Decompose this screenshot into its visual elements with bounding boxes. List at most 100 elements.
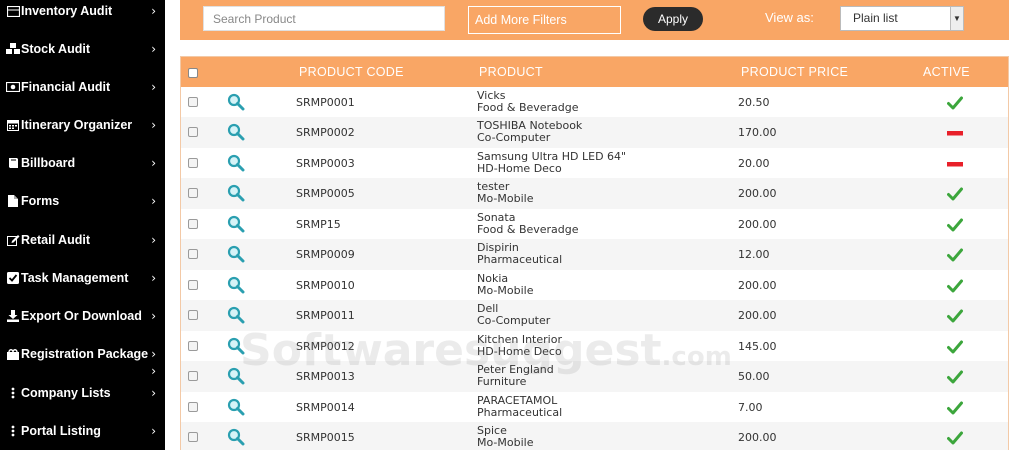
- view-as-label: View as:: [765, 10, 814, 25]
- product-price: 200.00: [738, 187, 777, 201]
- sidebar-item-portal-listing[interactable]: Portal Listing ›: [0, 416, 165, 446]
- chevron-right-icon: ›: [151, 347, 156, 361]
- header-product-code[interactable]: PRODUCT CODE: [299, 65, 404, 79]
- view-details-icon[interactable]: [227, 184, 245, 202]
- product-price: 200.00: [738, 217, 777, 231]
- sidebar-item-stock-audit[interactable]: Stock Audit ›: [0, 34, 165, 64]
- sidebar-item-billboard[interactable]: Billboard ›: [0, 148, 165, 178]
- product-price: 12.00: [738, 248, 770, 262]
- row-checkbox[interactable]: [188, 431, 198, 442]
- view-details-icon[interactable]: [227, 337, 245, 355]
- product-code: SRMP0002: [296, 126, 355, 140]
- row-checkbox[interactable]: [188, 279, 198, 290]
- table-row: SRMP0009 Dispirin Pharmaceutical 12.00: [181, 239, 1008, 270]
- table-header: PRODUCT CODE PRODUCT PRODUCT PRICE ACTIV…: [181, 57, 1008, 87]
- header-product[interactable]: PRODUCT: [479, 65, 543, 79]
- view-details-icon[interactable]: [227, 428, 245, 446]
- row-checkbox[interactable]: [188, 188, 198, 199]
- product-category: Co-Computer: [477, 131, 551, 145]
- sidebar-item-label: Retail Audit: [21, 233, 90, 247]
- sidebar-item-label: Portal Listing: [21, 424, 101, 438]
- sidebar-item-inventory-audit[interactable]: Inventory Audit ›: [0, 0, 165, 26]
- file-icon: [5, 194, 21, 208]
- gutter: [165, 0, 180, 450]
- active-check-icon: [947, 339, 963, 354]
- view-details-icon[interactable]: [227, 306, 245, 324]
- view-as-select[interactable]: Plain list ▼: [840, 6, 964, 31]
- product-code: SRMP0005: [296, 187, 355, 201]
- table-row: SRMP0003 Samsung Ultra HD LED 64" HD-Home …: [181, 148, 1008, 179]
- vertical-dots-icon: [5, 386, 21, 400]
- table-row: SRMP0005 tester Mo-Mobile 200.00: [181, 178, 1008, 209]
- row-checkbox[interactable]: [188, 340, 198, 351]
- row-checkbox[interactable]: [188, 127, 198, 138]
- sidebar-item-label: Itinerary Organizer: [21, 118, 133, 132]
- view-details-icon[interactable]: [227, 276, 245, 294]
- table-row: SRMP0011 Dell Co-Computer 200.00: [181, 300, 1008, 331]
- sidebar-item-label: Export Or Download: [21, 309, 142, 323]
- select-all-checkbox[interactable]: [188, 68, 198, 78]
- view-details-icon[interactable]: [227, 367, 245, 385]
- download-icon: [5, 309, 21, 323]
- product-code: SRMP0011: [296, 309, 355, 323]
- product-name: PARACETAMOL: [477, 393, 558, 407]
- chevron-right-icon: ›: [151, 80, 156, 94]
- chevron-right-icon: ›: [151, 364, 156, 378]
- active-check-icon: [947, 308, 963, 323]
- row-checkbox[interactable]: [188, 310, 198, 321]
- product-price: 7.00: [738, 400, 763, 414]
- row-checkbox[interactable]: [188, 401, 198, 412]
- view-details-icon[interactable]: [227, 398, 245, 416]
- edit-icon: [5, 233, 21, 247]
- row-checkbox[interactable]: [188, 249, 198, 260]
- inventory-icon: [5, 4, 21, 18]
- product-price: 200.00: [738, 278, 777, 292]
- sidebar-item-company-lists[interactable]: Company Lists ›: [0, 378, 165, 408]
- row-checkbox[interactable]: [188, 371, 198, 382]
- sidebar-item-export-or-download[interactable]: Export Or Download ›: [0, 301, 165, 331]
- chevron-right-icon: ›: [151, 42, 156, 56]
- product-table: PRODUCT CODE PRODUCT PRODUCT PRICE ACTIV…: [180, 56, 1009, 450]
- product-code: SRMP0001: [296, 96, 355, 109]
- add-more-filters-button[interactable]: Add More Filters: [468, 6, 621, 34]
- sidebar-item-registration-package[interactable]: Registration Package ›: [0, 339, 165, 369]
- sidebar-item-label: Task Management: [21, 271, 129, 285]
- row-checkbox[interactable]: [188, 157, 198, 168]
- product-price: 20.00: [738, 156, 770, 170]
- view-details-icon[interactable]: [227, 245, 245, 263]
- table-row: SRMP15 Sonata Food & Beveradge 200.00: [181, 209, 1008, 240]
- product-price: 200.00: [738, 430, 777, 444]
- inactive-dash-icon: [947, 156, 963, 170]
- product-category: Mo-Mobile: [477, 192, 534, 206]
- product-category: Food & Beveradge: [477, 101, 579, 114]
- apply-button[interactable]: Apply: [643, 7, 703, 31]
- view-details-icon[interactable]: [227, 215, 245, 233]
- product-price: 50.00: [738, 370, 770, 384]
- view-details-icon[interactable]: [227, 154, 245, 172]
- search-input[interactable]: [203, 6, 445, 31]
- sidebar-item-financial-audit[interactable]: Financial Audit ›: [0, 72, 165, 102]
- row-checkbox[interactable]: [188, 218, 198, 229]
- sidebar-item-task-management[interactable]: Task Management ›: [0, 263, 165, 293]
- sidebar-item-label: Forms: [21, 194, 60, 208]
- sidebar-item-itinerary-organizer[interactable]: Itinerary Organizer ›: [0, 110, 165, 140]
- product-code: SRMP0014: [296, 400, 355, 414]
- product-category: Food & Beveradge: [477, 222, 579, 236]
- active-check-icon: [947, 95, 963, 110]
- view-details-icon[interactable]: [227, 93, 245, 111]
- header-active[interactable]: ACTIVE: [923, 65, 970, 79]
- row-checkbox[interactable]: [188, 97, 198, 107]
- chevron-right-icon: ›: [151, 271, 156, 285]
- view-details-icon[interactable]: [227, 123, 245, 141]
- table-row: SRMP0001 Vicks Food & Beveradge 20.50: [181, 87, 1008, 118]
- sidebar-item-retail-audit[interactable]: Retail Audit ›: [0, 225, 165, 255]
- chevron-right-icon: ›: [151, 309, 156, 323]
- package-icon: [5, 347, 21, 361]
- active-check-icon: [947, 400, 963, 414]
- active-check-icon: [947, 278, 963, 293]
- table-row: SRMP0012 Kitchen Interior HD-Home Deco 145.…: [181, 331, 1008, 362]
- product-price: 200.00: [738, 309, 777, 323]
- sidebar-item-forms[interactable]: Forms ›: [0, 186, 165, 216]
- header-product-price[interactable]: PRODUCT PRICE: [741, 65, 848, 79]
- product-price: 20.50: [738, 96, 770, 109]
